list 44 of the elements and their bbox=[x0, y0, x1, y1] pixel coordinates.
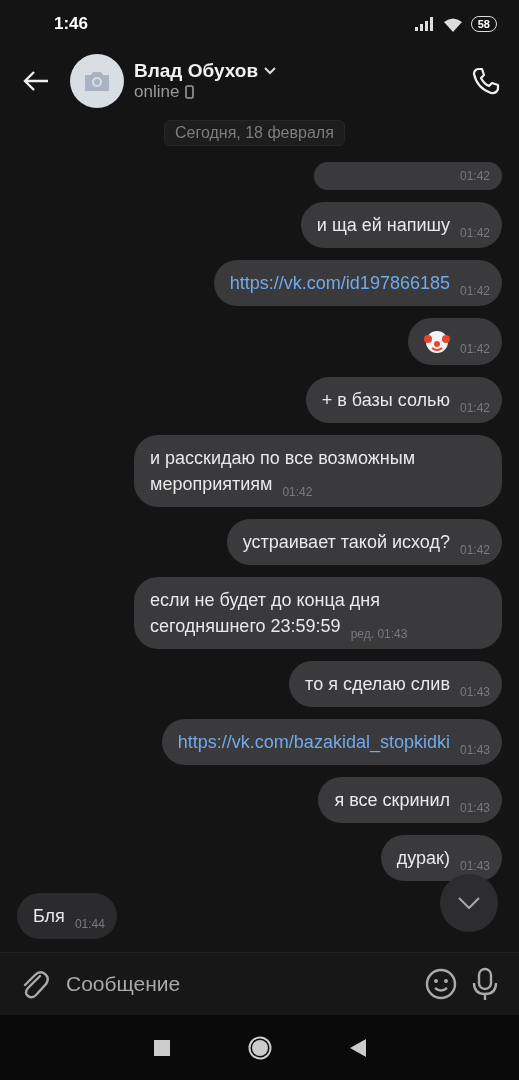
message-time: 01:42 bbox=[459, 342, 490, 355]
message-time: 01:42 bbox=[459, 544, 490, 556]
message-time: 01:42 bbox=[282, 486, 313, 498]
online-status: online bbox=[134, 82, 180, 102]
message-time: 01:43 bbox=[459, 744, 490, 756]
message-time: ред. 01:43 bbox=[350, 628, 408, 640]
message-link[interactable]: https://vk.com/bazakidal_stopkidki bbox=[177, 732, 450, 752]
message-bubble: если не будет до конца дня сегодняшнего 23:59:59 ред. 01:43 bbox=[134, 577, 502, 649]
recents-icon[interactable] bbox=[153, 1039, 170, 1056]
message-bubble: дурак) 01:43 bbox=[380, 835, 502, 881]
message-bubble: и ща ей напишу 01:42 bbox=[300, 201, 502, 248]
message-time: 01:42 bbox=[459, 402, 490, 414]
message-input[interactable]: Сообщение bbox=[64, 971, 411, 997]
message-time: 01:42 bbox=[459, 169, 490, 182]
status-time: 1:46 bbox=[54, 14, 89, 34]
message-bubble: и расскидаю по все возможным мероприятиям 01:42 bbox=[134, 435, 502, 507]
smiley-icon[interactable] bbox=[425, 968, 457, 1000]
microphone-icon[interactable] bbox=[471, 967, 499, 1001]
chevron-down-icon[interactable] bbox=[264, 67, 277, 75]
message-bubble: Бля 01:44 bbox=[17, 893, 117, 939]
wifi-icon bbox=[442, 16, 463, 32]
message-bubble: устраивает такой исход? 01:42 bbox=[226, 519, 502, 565]
message-time: 01:42 bbox=[459, 284, 490, 297]
message-link[interactable]: https://vk.com/id197866185 bbox=[229, 272, 450, 293]
clown-icon bbox=[423, 329, 450, 355]
date-chip: Сегодня, 18 февраля bbox=[164, 120, 345, 146]
contact-name[interactable]: Влад Обухов bbox=[134, 60, 259, 82]
message-time: 01:43 bbox=[459, 860, 490, 872]
message-time: 01:44 bbox=[74, 918, 105, 930]
message-bubble: + в базы солью 01:42 bbox=[305, 377, 502, 423]
back-triangle-icon[interactable] bbox=[349, 1038, 366, 1057]
message-time: 01:43 bbox=[459, 802, 490, 814]
message-time: 01:43 bbox=[459, 686, 490, 698]
back-icon[interactable] bbox=[22, 70, 50, 92]
phone-device-icon bbox=[185, 85, 195, 99]
message-bubble: я все скринил 01:43 bbox=[318, 777, 502, 823]
message-time: 01:42 bbox=[459, 226, 490, 239]
call-icon[interactable] bbox=[471, 66, 501, 96]
avatar[interactable] bbox=[70, 54, 124, 108]
message-bubble: то я сделаю слив 01:43 bbox=[289, 661, 502, 707]
home-icon[interactable] bbox=[247, 1035, 272, 1060]
camera-icon bbox=[83, 70, 111, 92]
signal-icon bbox=[414, 17, 435, 31]
chevron-down-icon bbox=[458, 897, 480, 909]
